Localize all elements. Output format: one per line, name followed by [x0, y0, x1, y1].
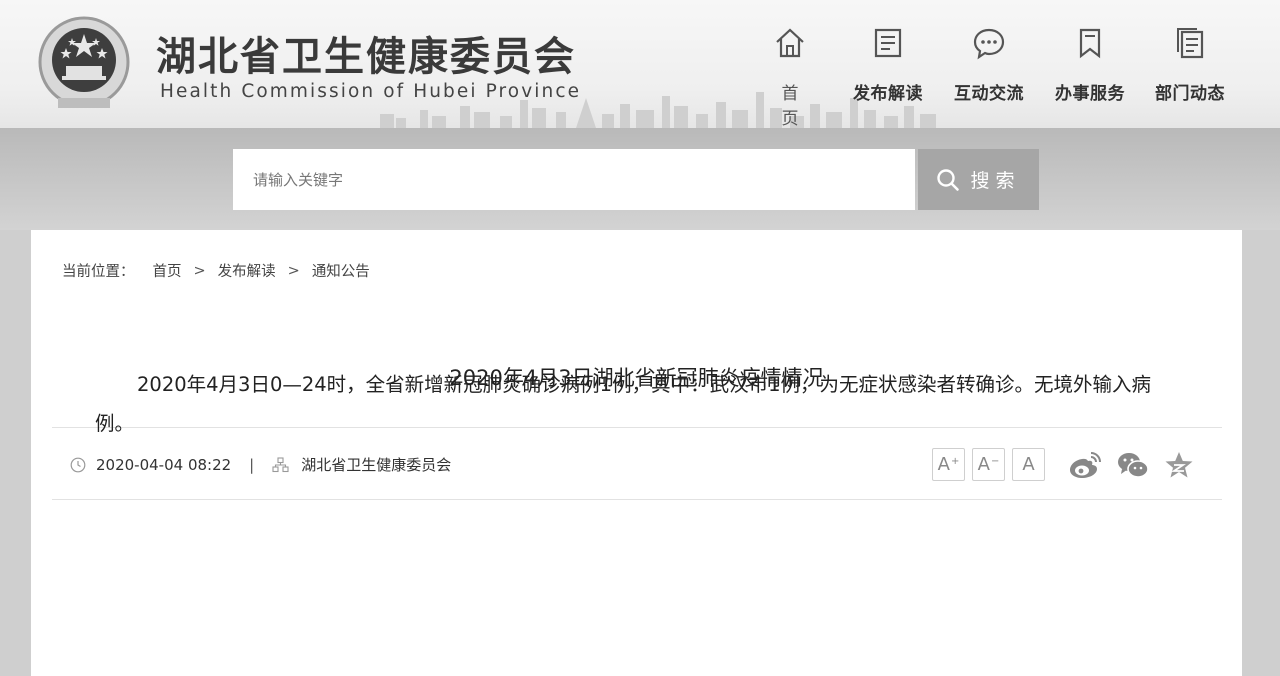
- home-icon: [776, 28, 804, 58]
- breadcrumb-home-link[interactable]: 首页: [153, 260, 182, 281]
- national-emblem-logo: [38, 16, 130, 108]
- search-input[interactable]: [233, 149, 915, 210]
- nav-home[interactable]: 首 页: [740, 24, 840, 128]
- font-decrease-button[interactable]: A −: [972, 448, 1005, 481]
- font-reset-button[interactable]: A: [1012, 448, 1045, 481]
- nav-release-interpretation[interactable]: 发布解读: [838, 24, 938, 114]
- breadcrumb-label: 当前位置：: [62, 264, 135, 280]
- nav-services-label: 办事服务: [1055, 84, 1125, 104]
- wechat-icon[interactable]: [1116, 450, 1150, 480]
- nav-release-label: 发布解读: [853, 84, 923, 104]
- clock-icon: [70, 457, 86, 472]
- nav-department-label: 部门动态: [1155, 84, 1225, 104]
- chat-bubble-icon: [973, 28, 1005, 60]
- breadcrumb-notice-link[interactable]: 通知公告: [312, 260, 370, 281]
- search-icon: [937, 168, 960, 191]
- site-header: 湖北省卫生健康委员会 Health Commission of Hubei Pr…: [0, 0, 1280, 128]
- bookmark-icon: [1079, 28, 1101, 59]
- publish-date: 2020-04-04 08:22: [96, 455, 232, 474]
- search-button[interactable]: 搜索: [918, 149, 1039, 210]
- site-subtitle: Health Commission of Hubei Province: [160, 81, 582, 102]
- nav-department-news[interactable]: 部门动态: [1140, 24, 1240, 114]
- nav-services[interactable]: 办事服务: [1040, 24, 1140, 114]
- nav-home-label: 首 页: [781, 84, 844, 128]
- article-card: 当前位置： 首页 > 发布解读 > 通知公告 2020年4月3日湖北省新冠肺炎疫…: [31, 230, 1242, 676]
- nav-interaction[interactable]: 互动交流: [939, 24, 1039, 114]
- qzone-icon[interactable]: [1164, 450, 1194, 480]
- search-button-label: 搜索: [970, 170, 1021, 192]
- organization-icon: [272, 456, 289, 472]
- breadcrumb-release-link[interactable]: 发布解读: [218, 260, 276, 281]
- document-icon: [874, 28, 902, 58]
- font-increase-button[interactable]: A +: [932, 448, 965, 481]
- nav-interaction-label: 互动交流: [954, 84, 1024, 104]
- copy-document-icon: [1177, 28, 1204, 59]
- breadcrumb-separator: >: [193, 262, 206, 279]
- article-paragraph: 2020年4月3日0—24时，全省新增新冠肺炎确诊病例1例，其中：武汉市1例，为…: [95, 373, 1151, 435]
- meta-divider: |: [249, 455, 255, 474]
- site-title: 湖北省卫生健康委员会: [156, 34, 576, 80]
- main-nav: 首 页 发布解读 互动交流 办事服务 部门动态: [740, 24, 1260, 128]
- weibo-icon[interactable]: [1068, 450, 1102, 480]
- article-source: 湖北省卫生健康委员会: [301, 456, 452, 474]
- breadcrumb: 当前位置： 首页 > 发布解读 > 通知公告: [62, 260, 370, 281]
- article-body: 2020年4月3日0—24时，全省新增新冠肺炎确诊病例1例，其中：武汉市1例，为…: [95, 365, 1155, 443]
- breadcrumb-separator: >: [287, 262, 300, 279]
